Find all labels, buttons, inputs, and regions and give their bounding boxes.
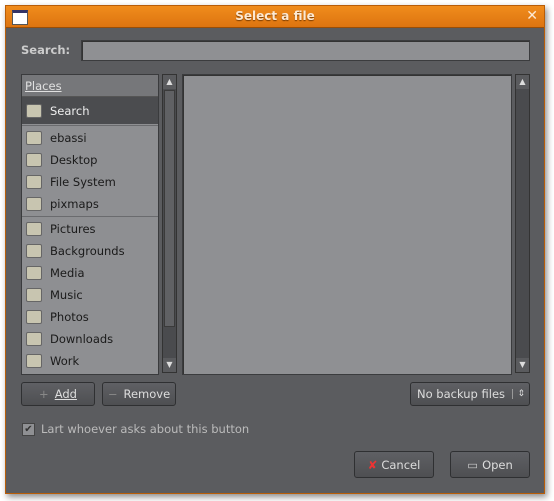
place-label: ebassi <box>50 131 87 145</box>
scroll-up-icon[interactable]: ▲ <box>516 75 529 89</box>
desktop-icon <box>26 153 42 167</box>
scroll-up-icon[interactable]: ▲ <box>163 75 176 89</box>
checkbox-label: Lart whoever asks about this button <box>41 422 250 436</box>
search-input[interactable] <box>81 40 530 61</box>
open-label: Open <box>482 457 513 472</box>
updown-icon: ⇕ <box>512 389 525 399</box>
folder-icon <box>26 332 42 346</box>
place-item[interactable]: Downloads <box>22 328 158 350</box>
place-item[interactable]: Photos <box>22 306 158 328</box>
place-label: File System <box>50 175 116 189</box>
plus-icon: + <box>39 387 49 401</box>
separator <box>22 216 158 217</box>
place-item[interactable]: Search <box>22 97 158 124</box>
minus-icon: − <box>107 387 118 401</box>
place-label: Search <box>50 103 90 118</box>
cancel-label: Cancel <box>381 457 421 472</box>
place-label: Pictures <box>50 222 96 236</box>
drive-icon <box>26 175 42 189</box>
place-item[interactable]: ebassi <box>22 127 158 149</box>
folder-icon <box>26 222 42 236</box>
place-item[interactable]: pixmaps <box>22 193 158 215</box>
place-item[interactable]: Pictures <box>22 218 158 240</box>
folder-icon <box>26 266 42 280</box>
scroll-down-icon[interactable]: ▼ <box>163 358 176 372</box>
place-label: Media <box>50 266 85 280</box>
close-icon[interactable]: ✕ <box>526 8 538 24</box>
folder-icon <box>26 310 42 324</box>
folder-icon <box>26 244 42 258</box>
place-label: pixmaps <box>50 197 99 211</box>
open-folder-icon: ▭ <box>467 457 479 472</box>
filter-select[interactable]: No backup files ⇕ <box>410 382 530 406</box>
cancel-icon: ✘ <box>367 457 378 472</box>
place-label: Photos <box>50 310 89 324</box>
folder-icon <box>26 288 42 302</box>
scroll-down-icon[interactable]: ▼ <box>516 358 529 372</box>
place-label: Downloads <box>50 332 114 346</box>
scrollbar-thumb[interactable] <box>164 90 175 327</box>
places-header[interactable]: Places <box>22 75 158 97</box>
window-title: Select a file <box>235 9 315 23</box>
place-label: Backgrounds <box>50 244 125 258</box>
place-item[interactable]: Music <box>22 284 158 306</box>
file-chooser-dialog: Select a file ✕ Search: Places Search eba… <box>5 5 545 494</box>
places-scrollbar[interactable]: ▲ ▼ <box>162 74 177 373</box>
file-list-scrollbar[interactable]: ▲ ▼ <box>515 74 530 373</box>
place-item[interactable]: Work <box>22 350 158 372</box>
folder-icon <box>26 354 42 368</box>
cancel-button[interactable]: ✘ Cancel <box>354 451 434 478</box>
title-bar[interactable]: Select a file ✕ <box>6 6 544 28</box>
folder-icon <box>26 197 42 211</box>
lart-checkbox[interactable]: ✔ Lart whoever asks about this button <box>22 422 249 436</box>
remove-button[interactable]: − Remove <box>102 382 176 406</box>
remove-label: Remove <box>123 387 171 401</box>
separator <box>22 125 158 126</box>
open-button[interactable]: ▭ Open <box>450 451 530 478</box>
place-label: Work <box>50 354 80 368</box>
place-item[interactable]: Media <box>22 262 158 284</box>
file-list[interactable] <box>182 74 512 375</box>
place-label: Music <box>50 288 83 302</box>
place-item[interactable]: Desktop <box>22 149 158 171</box>
place-item[interactable]: Backgrounds <box>22 240 158 262</box>
places-list: Places Search ebassi Desktop File System pix… <box>21 74 159 375</box>
add-label: Add <box>54 387 77 401</box>
search-icon <box>26 103 42 118</box>
filter-selected: No backup files <box>417 387 506 401</box>
place-label: Desktop <box>50 153 98 167</box>
place-item[interactable]: File System <box>22 171 158 193</box>
home-folder-icon <box>26 131 42 145</box>
places-header-label: Places <box>25 79 62 93</box>
search-label: Search: <box>21 43 71 57</box>
add-button[interactable]: + Add <box>21 382 95 406</box>
checkbox-check-icon[interactable]: ✔ <box>22 422 35 436</box>
